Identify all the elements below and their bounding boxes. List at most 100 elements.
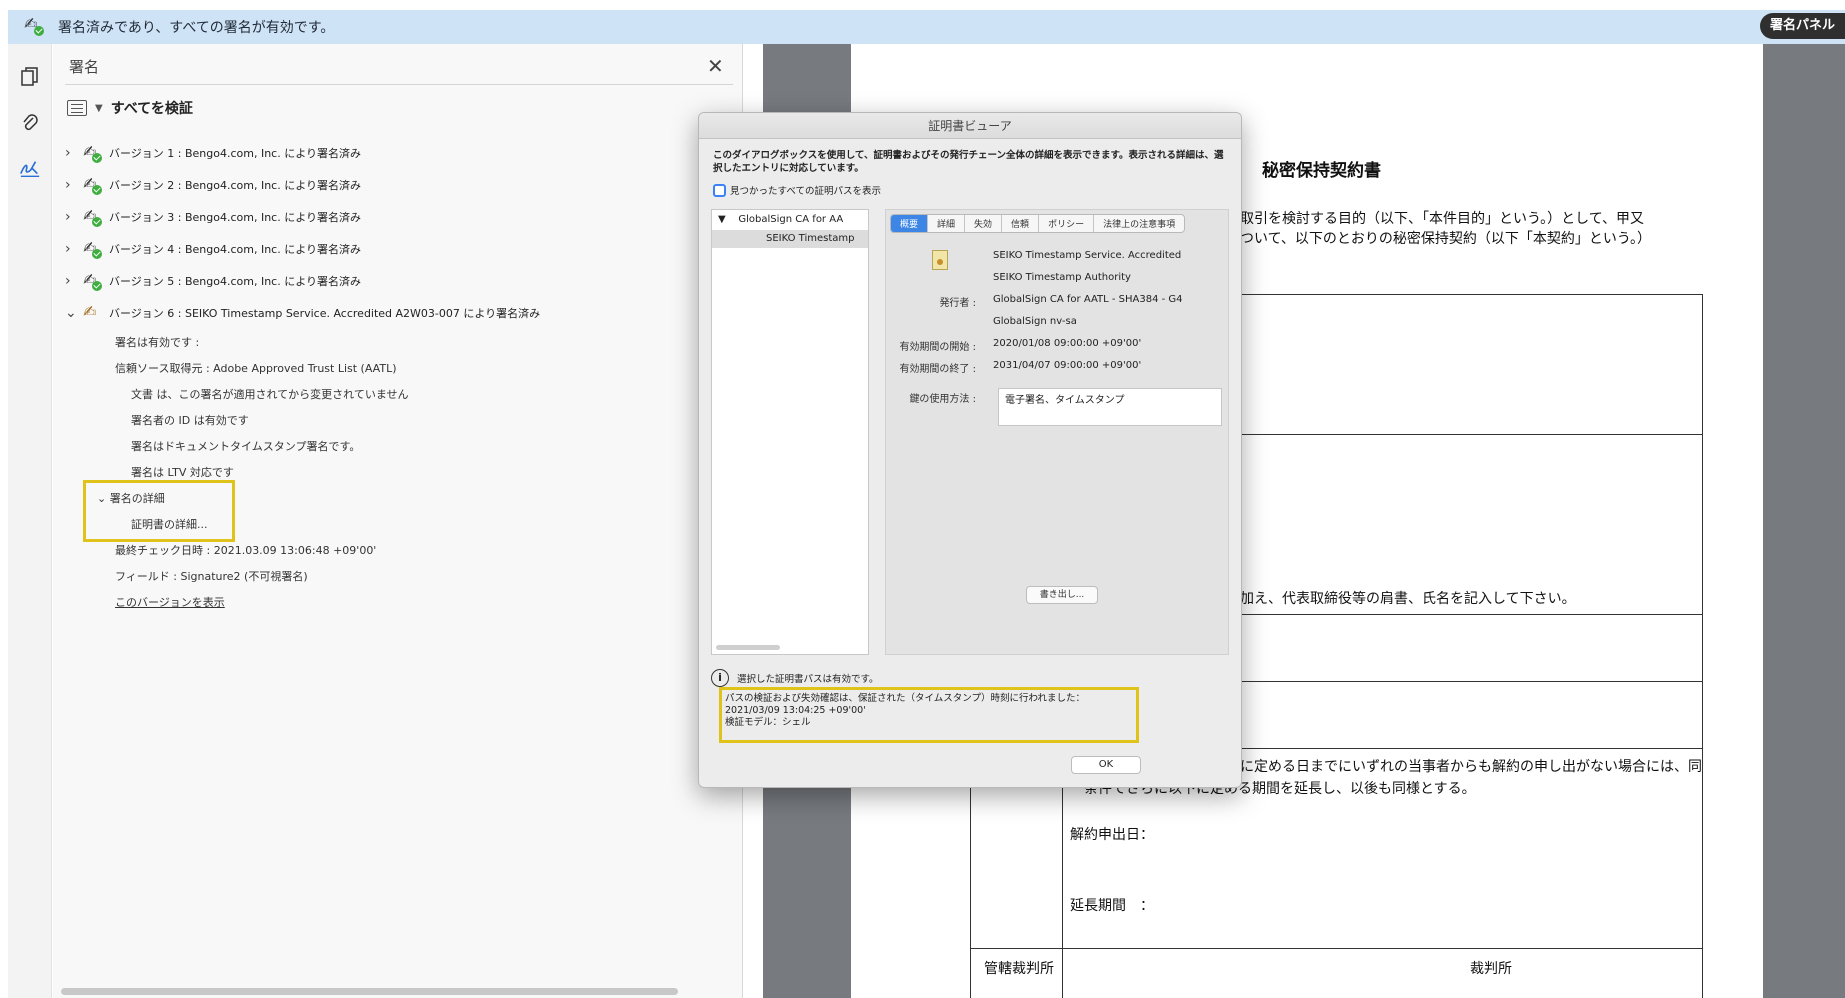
last-checked-text: 最終チェック日時 : 2021.03.09 13:06:48 +09'00' (115, 544, 377, 557)
version-item[interactable]: › ✍ バージョン 5 : Bengo4.com, Inc. により署名済み (65, 272, 361, 291)
version-label: バージョン 1 : Bengo4.com, Inc. により署名済み (109, 147, 361, 160)
export-button[interactable]: 書き出し... (1026, 586, 1098, 604)
checkbox-icon[interactable] (713, 183, 726, 197)
document-text-line: ついて、以下のとおりの秘密保持契約（以下「本契約」という。） (1240, 231, 1652, 247)
version-label: バージョン 2 : Bengo4.com, Inc. により署名済み (109, 179, 361, 192)
document-gutter-right (1763, 44, 1845, 998)
table-border (970, 948, 1703, 949)
signature-valid-icon: ✍ (22, 16, 46, 38)
info-icon: i (711, 669, 729, 687)
chevron-right-icon[interactable]: › (65, 209, 81, 225)
document-title: 秘密保持契約書 (1262, 161, 1381, 181)
checkbox-label: 見つかったすべての証明パスを表示 (730, 186, 881, 197)
pages-icon[interactable] (19, 66, 41, 88)
version-item[interactable]: › ✍ バージョン 4 : Bengo4.com, Inc. により署名済み (65, 240, 361, 259)
certificate-icon (932, 250, 948, 270)
signature-icon[interactable] (19, 158, 41, 180)
show-version-link[interactable]: このバージョンを表示 (115, 594, 225, 610)
dialog-title: 証明書ビューア (699, 113, 1241, 139)
timestamp-signature-icon: ✍ (83, 302, 97, 321)
chevron-right-icon[interactable]: › (65, 145, 81, 161)
extension-label: 延長期間 ： (1070, 898, 1154, 914)
signatures-panel: 署名 ✕ ▼ すべてを検証 › ✍ バージョン 1 : Bengo4.com, … (53, 44, 743, 998)
certificate-viewer-dialog: 証明書ビューア このダイアログボックスを使用して、証明書およびその発行チェーン全… (698, 112, 1242, 788)
certificate-tree: ▼ GlobalSign CA for AA SEIKO Timestamp (711, 209, 869, 655)
subject-line: SEIKO Timestamp Service. Accredited (993, 250, 1182, 261)
version-item[interactable]: ⌄ ✍ バージョン 6 : SEIKO Timestamp Service. A… (65, 304, 540, 322)
detail-tabs: 概要 詳細 失効 信頼 ポリシー 法律上の注意事項 (890, 214, 1186, 233)
chevron-right-icon[interactable]: › (65, 177, 81, 193)
key-usage-field: 電子署名、タイムスタンプ (998, 388, 1222, 426)
valid-from-label: 有効期間の開始 : (899, 342, 976, 353)
table-border (1062, 788, 1063, 998)
chevron-down-icon[interactable]: ▼ (95, 103, 103, 114)
field-text: フィールド : Signature2 (不可視署名) (115, 570, 308, 583)
navigation-toolstrip (8, 44, 52, 998)
signature-valid-icon: ✍ (81, 272, 103, 291)
signer-id-text: 署名者の ID は有効です (131, 414, 249, 427)
version-label: バージョン 5 : Bengo4.com, Inc. により署名済み (109, 275, 361, 288)
options-menu-icon[interactable] (67, 100, 87, 116)
version-item[interactable]: › ✍ バージョン 2 : Bengo4.com, Inc. により署名済み (65, 176, 361, 195)
valid-to-value: 2031/04/07 09:00:00 +09'00' (993, 360, 1142, 371)
signature-status-banner: ✍ 署名済みであり、すべての署名が有効です。 (8, 10, 1845, 44)
tree-item-root[interactable]: ▼ GlobalSign CA for AA (718, 214, 843, 225)
version-item[interactable]: › ✍ バージョン 1 : Bengo4.com, Inc. により署名済み (65, 144, 361, 163)
verify-all-button[interactable]: すべてを検証 (111, 98, 193, 118)
dialog-description: このダイアログボックスを使用して、証明書およびその発行チェーン全体の詳細を表示で… (713, 150, 1224, 174)
divider (65, 84, 733, 85)
ok-button[interactable]: OK (1071, 756, 1141, 774)
issuer-value: GlobalSign CA for AATL - SHA384 - G4 (993, 294, 1183, 305)
signature-panel-button[interactable]: 署名パネル (1759, 13, 1845, 39)
chevron-right-icon[interactable]: › (65, 273, 81, 289)
cancel-date-label: 解約申出日： (1070, 827, 1154, 843)
version-label: バージョン 3 : Bengo4.com, Inc. により署名済み (109, 211, 361, 224)
tab-summary[interactable]: 概要 (891, 215, 929, 232)
tree-item-selected[interactable]: SEIKO Timestamp (712, 230, 868, 248)
document-text-line: 加え、代表取締役等の肩書、氏名を記入して下さい。 (1240, 591, 1576, 607)
signature-valid-icon: ✍ (81, 240, 103, 259)
tab-details[interactable]: 詳細 (928, 215, 966, 232)
court-label: 管轄裁判所 (984, 961, 1054, 977)
path-valid-text: 選択した証明書パスは有効です。 (737, 674, 879, 685)
verify-all-toolbar: ▼ すべてを検証 (67, 98, 193, 118)
valid-to-label: 有効期間の終了 : (899, 364, 976, 375)
document-text-line: に定める日までにいずれの当事者からも解約の申し出がない場合には、同 (1240, 759, 1702, 775)
table-border (1702, 294, 1703, 998)
version-label: バージョン 6 : SEIKO Timestamp Service. Accre… (109, 307, 541, 320)
tree-label: GlobalSign CA for AA (738, 214, 844, 225)
ltv-text: 署名は LTV 対応です (131, 466, 234, 479)
attachment-icon[interactable] (19, 112, 41, 134)
unchanged-text: 文書 は、この署名が適用されてから変更されていません (131, 388, 409, 401)
tree-scrollbar[interactable] (716, 645, 780, 650)
signature-valid-icon: ✍ (81, 208, 103, 227)
chevron-right-icon[interactable]: › (65, 241, 81, 257)
banner-text: 署名済みであり、すべての署名が有効です。 (58, 20, 335, 36)
version-label: バージョン 4 : Bengo4.com, Inc. により署名済み (109, 243, 361, 256)
close-icon[interactable]: ✕ (707, 54, 724, 78)
highlight-box (83, 480, 235, 542)
version-item[interactable]: › ✍ バージョン 3 : Bengo4.com, Inc. により署名済み (65, 208, 361, 227)
horizontal-scrollbar[interactable] (61, 988, 678, 995)
path-status: i 選択した証明書パスは有効です。 (711, 669, 879, 687)
signature-valid-icon: ✍ (81, 176, 103, 195)
tab-policy[interactable]: ポリシー (1039, 215, 1095, 232)
issuer-label: 発行者 : (939, 298, 976, 309)
signature-valid-icon: ✍ (81, 144, 103, 163)
valid-from-value: 2020/01/08 09:00:00 +09'00' (993, 338, 1142, 349)
chevron-down-icon[interactable]: ⌄ (65, 305, 81, 321)
timestamp-text: 署名はドキュメントタイムスタンプ署名です。 (131, 440, 361, 453)
panel-title: 署名 (69, 58, 100, 76)
issuer-value: GlobalSign nv-sa (993, 316, 1077, 327)
document-text-line: 取引を検討する目的（以下、「本件目的」という。）として、甲又 (1240, 211, 1645, 227)
court-value: 裁判所 (1470, 961, 1512, 977)
tab-trust[interactable]: 信頼 (1002, 215, 1040, 232)
tab-legal-notice[interactable]: 法律上の注意事項 (1094, 215, 1184, 232)
tree-label: SEIKO Timestamp (766, 233, 855, 244)
show-all-paths-checkbox[interactable]: 見つかったすべての証明パスを表示 (713, 183, 881, 197)
certificate-detail-panel: 概要 詳細 失効 信頼 ポリシー 法律上の注意事項 SEIKO Timestam… (885, 209, 1229, 655)
tab-revocation[interactable]: 失効 (965, 215, 1003, 232)
status-text: 署名は有効です : (115, 336, 200, 349)
subject-line: SEIKO Timestamp Authority (993, 272, 1131, 283)
key-usage-label: 鍵の使用方法 : (909, 394, 976, 405)
